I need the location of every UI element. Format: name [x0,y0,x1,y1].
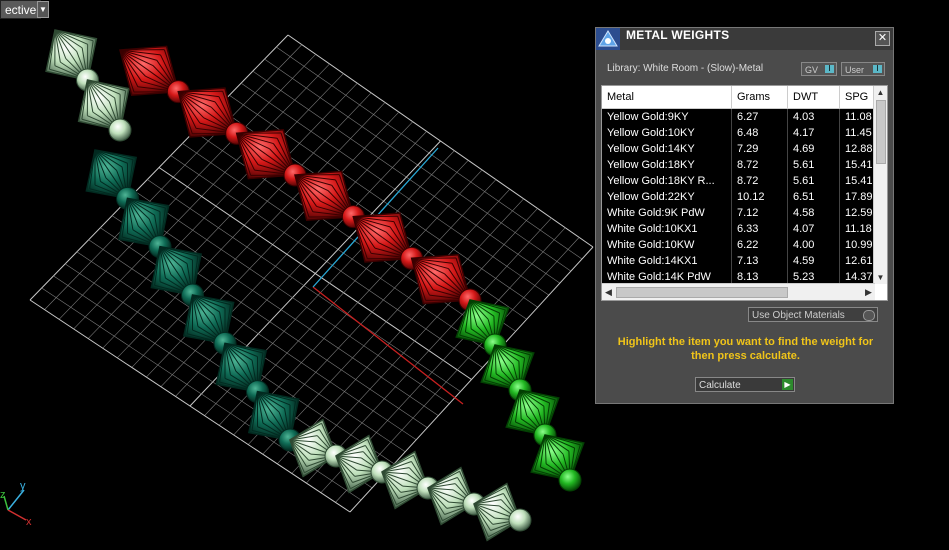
cell-dwt: 4.59 [788,253,840,269]
cell-grams: 6.33 [732,221,788,237]
cell-dwt: 6.51 [788,189,840,205]
user-toggle-label: User [845,65,864,75]
cell-metal: White Gold:14K PdW [602,269,732,284]
cell-spg: 12.88 [840,141,875,157]
cell-dwt: 4.69 [788,141,840,157]
gizmo-y-label: y [20,480,26,492]
cell-spg: 12.59 [840,205,875,221]
cell-metal: Yellow Gold:10KY [602,125,732,141]
cell-metal: Yellow Gold:18KY R... [602,173,732,189]
cell-metal: Yellow Gold:22KY [602,189,732,205]
cell-dwt: 5.61 [788,173,840,189]
panel-title-bar[interactable]: METAL WEIGHTS ✕ [596,28,893,50]
cell-metal: White Gold:9K PdW [602,205,732,221]
toggle-switch-icon: I [825,65,834,73]
table-row[interactable]: White Gold:14KX17.134.5912.61 [602,253,875,269]
x-axis-line [313,287,463,404]
table-vertical-scrollbar[interactable]: ▲ ▼ [873,86,887,284]
library-label: Library: White Room - (Slow)-Metal [607,63,763,74]
cell-spg: 11.45 [840,125,875,141]
triangle-down-icon[interactable]: ▼ [37,1,49,18]
scroll-thumb[interactable] [876,100,886,164]
triangle-logo-icon [596,28,620,50]
table-row[interactable]: Yellow Gold:9KY6.274.0311.08 [602,109,875,125]
toggle-switch-icon: I [873,65,882,73]
calculate-button[interactable]: Calculate ▶ [695,377,795,392]
use-object-materials-label: Use Object Materials [752,310,845,321]
scroll-up-icon[interactable]: ▲ [874,86,887,99]
cell-spg: 10.99 [840,237,875,253]
cell-grams: 10.12 [732,189,788,205]
scroll-left-icon[interactable]: ◀ [602,284,615,300]
cell-metal: Yellow Gold:14KY [602,141,732,157]
table-row[interactable]: White Gold:9K PdW7.124.5812.59 [602,205,875,221]
cell-metal: Yellow Gold:18KY [602,157,732,173]
cell-grams: 7.29 [732,141,788,157]
cell-grams: 6.48 [732,125,788,141]
column-header-metal[interactable]: Metal [602,86,732,108]
cell-grams: 7.13 [732,253,788,269]
cell-dwt: 5.61 [788,157,840,173]
use-object-materials-toggle[interactable]: Use Object Materials [748,307,878,322]
table-row[interactable]: Yellow Gold:10KY6.484.1711.45 [602,125,875,141]
viewport-view-label[interactable]: ective [0,0,41,19]
column-header-spg[interactable]: SPG [840,86,875,108]
panel-title: METAL WEIGHTS [626,28,729,42]
cell-spg: 17.89 [840,189,875,205]
close-icon[interactable]: ✕ [875,31,890,46]
cell-spg: 12.61 [840,253,875,269]
cell-spg: 15.41 [840,157,875,173]
calculate-label: Calculate [699,380,741,391]
table-row[interactable]: Yellow Gold:18KY8.725.6115.41 [602,157,875,173]
gizmo-x-label: x [26,516,32,528]
cell-grams: 6.27 [732,109,788,125]
gv-toggle[interactable]: GV I [801,62,837,76]
cell-grams: 8.72 [732,157,788,173]
cell-metal: Yellow Gold:9KY [602,109,732,125]
cell-dwt: 4.58 [788,205,840,221]
metal-weights-panel: METAL WEIGHTS ✕ Library: White Room - (S… [595,27,894,404]
table-row[interactable]: White Gold:10KX16.334.0711.18 [602,221,875,237]
cell-dwt: 4.17 [788,125,840,141]
cell-dwt: 4.03 [788,109,840,125]
table-row[interactable]: Yellow Gold:14KY7.294.6912.88 [602,141,875,157]
cell-grams: 8.72 [732,173,788,189]
cell-spg: 11.18 [840,221,875,237]
scroll-thumb[interactable] [616,287,788,298]
cell-dwt: 4.07 [788,221,840,237]
cell-spg: 15.41 [840,173,875,189]
table-row[interactable]: White Gold:14K PdW8.135.2314.37 [602,269,875,284]
column-header-dwt[interactable]: DWT [788,86,840,108]
cell-dwt: 4.00 [788,237,840,253]
cell-metal: White Gold:10KX1 [602,221,732,237]
user-toggle[interactable]: User I [841,62,885,76]
axis-gizmo: y x z [0,480,32,528]
play-icon: ▶ [782,379,793,390]
cell-grams: 6.22 [732,237,788,253]
cell-metal: White Gold:14KX1 [602,253,732,269]
scroll-down-icon[interactable]: ▼ [874,271,887,284]
metal-table[interactable]: Metal Grams DWT SPG Yellow Gold:9KY6.274… [601,85,888,301]
table-horizontal-scrollbar[interactable]: ◀ ▶ [602,283,875,300]
cell-spg: 14.37 [840,269,875,284]
instruction-text: Highlight the item you want to find the … [608,335,883,363]
cell-spg: 11.08 [840,109,875,125]
gizmo-z-label: z [0,489,6,501]
table-header: Metal Grams DWT SPG [602,86,875,109]
column-header-grams[interactable]: Grams [732,86,788,108]
cell-grams: 7.12 [732,205,788,221]
cell-metal: White Gold:10KW [602,237,732,253]
gv-toggle-label: GV [805,65,818,75]
table-row[interactable]: Yellow Gold:18KY R...8.725.6115.41 [602,173,875,189]
scroll-right-icon[interactable]: ▶ [862,284,875,300]
table-row[interactable]: Yellow Gold:22KY10.126.5117.89 [602,189,875,205]
toggle-circle-icon [863,310,875,321]
cell-grams: 8.13 [732,269,788,284]
table-row[interactable]: White Gold:10KW6.224.0010.99 [602,237,875,253]
cell-dwt: 5.23 [788,269,840,284]
